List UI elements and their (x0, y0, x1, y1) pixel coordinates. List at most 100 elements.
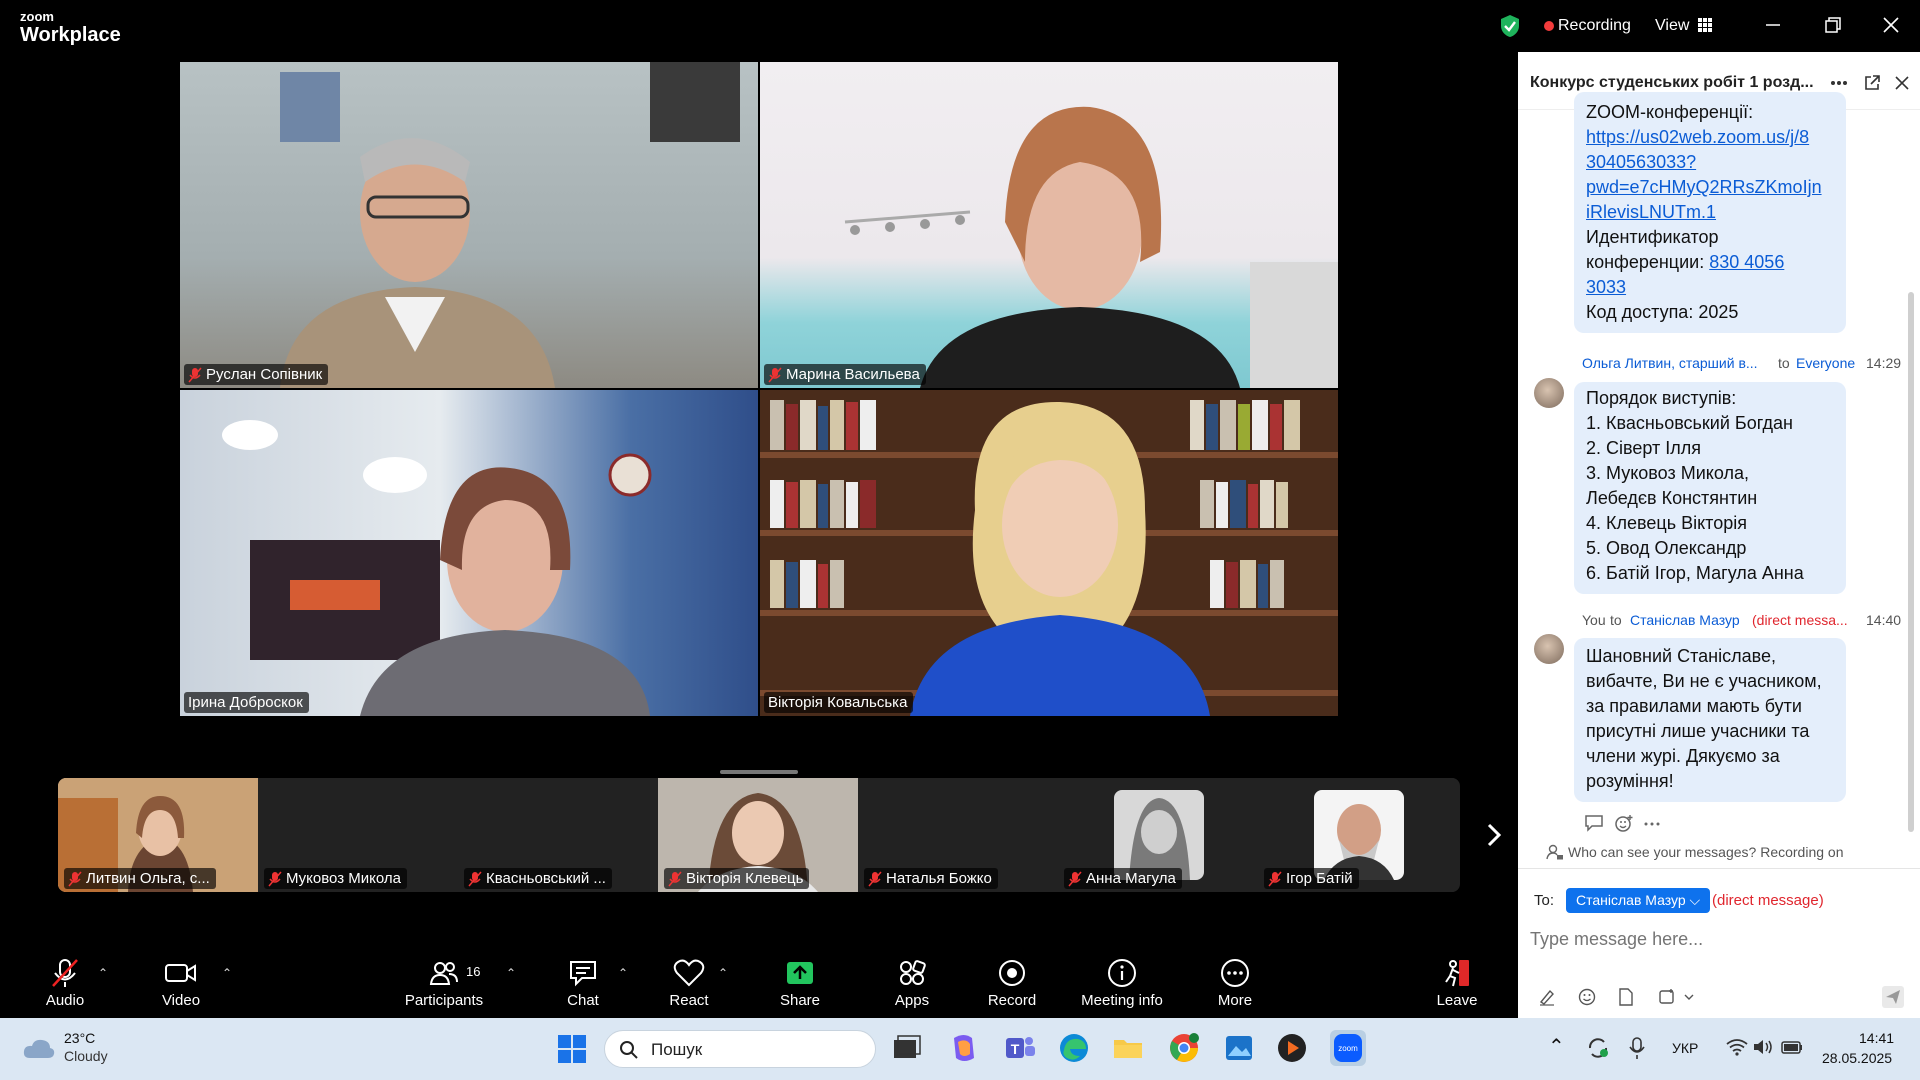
task-view-icon[interactable] (888, 1030, 924, 1066)
caret-up-icon[interactable]: ⌃ (222, 966, 232, 980)
show-hidden-icons-icon[interactable]: ⌃ (1548, 1034, 1565, 1059)
brand-small: zoom (20, 9, 54, 24)
zoom-app-icon[interactable]: zoom (1330, 1030, 1366, 1066)
participant-name-tag: Муковоз Микола (264, 868, 407, 889)
meeting-info-button[interactable]: Meeting info (1081, 944, 1163, 1018)
message-recipient[interactable]: Everyone (1796, 355, 1855, 371)
reply-icon[interactable] (1584, 814, 1604, 832)
recording-label[interactable]: Recording (1558, 17, 1631, 35)
message-recipient[interactable]: Станіслав Мазур (1630, 612, 1740, 628)
audio-label: Audio (45, 992, 85, 1009)
more-options-icon[interactable] (1830, 80, 1848, 86)
message-line: Идентификатор (1586, 227, 1719, 247)
svg-text:T: T (1011, 1041, 1020, 1057)
caret-up-icon[interactable]: ⌃ (506, 966, 516, 980)
screenshot-icon[interactable] (1658, 988, 1676, 1006)
file-icon[interactable] (1618, 988, 1634, 1006)
sync-icon[interactable] (1586, 1036, 1610, 1060)
more-button[interactable]: More (1210, 944, 1260, 1018)
participants-button[interactable]: Participants (405, 944, 483, 1018)
taskbar-search[interactable]: Пошук (604, 1030, 876, 1068)
strip-tile[interactable]: Литвин Ольга, с... (58, 778, 258, 892)
chat-title: Конкурс студенських робіт 1 розд... (1530, 74, 1814, 91)
close-chat-icon[interactable] (1895, 76, 1909, 90)
caret-up-icon[interactable]: ⌃ (618, 966, 628, 980)
clock-date[interactable]: 28.05.2025 (1822, 1050, 1892, 1066)
send-icon[interactable] (1882, 986, 1904, 1008)
strip-tile[interactable]: Муковоз Микола (258, 778, 458, 892)
chrome-icon[interactable] (1166, 1030, 1202, 1066)
strip-tile[interactable]: Ігор Батій (1258, 778, 1458, 892)
edge-icon[interactable] (1056, 1030, 1092, 1066)
clock-time[interactable]: 14:41 (1859, 1030, 1894, 1046)
leave-button[interactable]: Leave (1432, 944, 1482, 1018)
caret-up-icon[interactable]: ⌃ (98, 966, 108, 980)
video-tile[interactable]: Ірина Доброскок (180, 390, 758, 716)
media-player-icon[interactable] (1274, 1030, 1310, 1066)
wifi-icon[interactable] (1726, 1038, 1748, 1056)
video-label: Video (161, 992, 201, 1009)
apps-button[interactable]: Apps (887, 944, 937, 1018)
participant-name: Руслан Сопівник (206, 366, 323, 383)
pop-out-icon[interactable] (1863, 74, 1881, 92)
video-tile[interactable]: Марина Васильева (760, 62, 1338, 388)
chat-scrollbar[interactable] (1908, 292, 1914, 832)
svg-text:zoom: zoom (1338, 1044, 1358, 1053)
language-indicator[interactable]: УКР (1672, 1040, 1698, 1056)
windows-start-icon[interactable] (557, 1034, 587, 1064)
volume-icon[interactable] (1752, 1038, 1774, 1056)
chevron-down-icon[interactable] (1684, 994, 1694, 1000)
recipient-dropdown[interactable]: Станіслав Мазур ⌵ (1566, 888, 1711, 913)
video-tile[interactable]: Руслан Сопівник (180, 62, 758, 388)
meeting-id-link[interactable]: 3033 (1586, 277, 1626, 297)
strip-tile[interactable]: Наталья Божко (858, 778, 1058, 892)
format-text-icon[interactable] (1538, 988, 1556, 1006)
video-button[interactable]: Video (156, 944, 206, 1018)
message-time: 14:29 (1866, 355, 1902, 371)
message-input[interactable] (1530, 924, 1910, 954)
video-tile-active-speaker[interactable]: Вікторія Ковальська (760, 390, 1338, 716)
battery-icon[interactable] (1780, 1038, 1804, 1056)
microphone-icon[interactable] (1628, 1036, 1646, 1060)
restore-icon[interactable] (1822, 14, 1844, 36)
message-sender[interactable]: Ольга Литвин, старший в... (1582, 355, 1758, 371)
photos-icon[interactable] (1221, 1030, 1257, 1066)
shield-check-icon[interactable] (1499, 14, 1521, 38)
cloud-icon[interactable] (22, 1036, 56, 1060)
strip-tile[interactable]: Вікторія Клевець (658, 778, 858, 892)
share-label: Share (779, 992, 821, 1009)
copilot-icon[interactable] (946, 1030, 982, 1066)
chevron-right-icon[interactable] (1484, 822, 1504, 848)
emoji-icon[interactable] (1578, 988, 1596, 1006)
weather-temp[interactable]: 23°C (64, 1030, 95, 1046)
participants-count: 16 (466, 964, 481, 979)
close-icon[interactable] (1880, 14, 1902, 36)
record-button[interactable]: Record (987, 944, 1037, 1018)
participant-video-image (280, 62, 740, 388)
more-icon (1221, 959, 1249, 987)
participant-name: Марина Васильева (786, 366, 920, 383)
grid-view-icon[interactable] (1698, 18, 1712, 32)
teams-icon[interactable]: T (1002, 1030, 1038, 1066)
audio-button[interactable]: Audio (40, 944, 90, 1018)
weather-condition[interactable]: Cloudy (64, 1048, 108, 1064)
file-explorer-icon[interactable] (1110, 1030, 1146, 1066)
add-reaction-icon[interactable] (1614, 814, 1634, 832)
meeting-link[interactable]: https://us02web.zoom.us/j/8 3040563033? … (1586, 125, 1834, 225)
view-button[interactable]: View (1655, 17, 1689, 35)
share-button[interactable]: Share (775, 944, 825, 1018)
message-more-icon[interactable] (1644, 822, 1660, 826)
strip-tile[interactable]: Квасньовський ... (458, 778, 658, 892)
minimize-icon[interactable] (1762, 14, 1784, 36)
chat-button[interactable]: Chat (558, 944, 608, 1018)
caret-up-icon[interactable]: ⌃ (718, 966, 728, 980)
meeting-id-link[interactable]: 830 4056 (1709, 252, 1784, 272)
resize-handle[interactable] (720, 770, 798, 774)
participant-name-tag: Вікторія Ковальська (764, 692, 914, 713)
strip-tile[interactable]: Анна Магула (1058, 778, 1258, 892)
chat-panel: Конкурс студенських робіт 1 розд... ZOOM… (1518, 52, 1920, 1018)
react-button[interactable]: React (664, 944, 714, 1018)
leave-icon (1445, 960, 1469, 987)
message-time: 14:40 (1866, 612, 1902, 628)
visibility-note[interactable]: Who can see your messages? Recording on (1568, 844, 1843, 860)
